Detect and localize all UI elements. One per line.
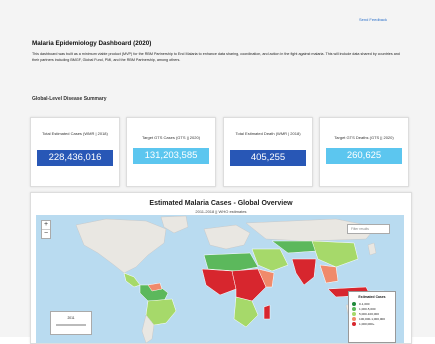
map-search-input[interactable]: Filter results <box>347 224 390 234</box>
middle-east-land <box>251 248 289 272</box>
central-america-land <box>123 272 141 288</box>
map-subtitle: 2011-2018 || WHO estimates <box>195 209 247 214</box>
card-estimated-cases: Total Estimated Cases (WMR | 2018) 228,4… <box>30 117 120 187</box>
legend-title: Estimated Cases <box>358 295 386 299</box>
legend-label: 5,000-100,000 <box>359 311 379 316</box>
zoom-control: + − <box>41 220 51 239</box>
japan-land <box>367 242 377 256</box>
card-value: 405,255 <box>230 150 306 166</box>
card-value: 228,436,016 <box>37 150 113 166</box>
send-feedback-link[interactable]: Send Feedback <box>359 17 387 22</box>
card-label: Target GTS Deaths (GTS || 2020) <box>334 135 394 140</box>
page-description: This dashboard was built as a minimum vi… <box>32 52 400 62</box>
zoom-in-button[interactable]: + <box>42 221 50 230</box>
time-slider-track[interactable] <box>56 324 86 326</box>
legend-swatch <box>352 301 356 306</box>
madagascar-land <box>263 304 271 320</box>
southeast-asia-land <box>319 264 339 284</box>
africa-south <box>233 296 259 328</box>
zoom-out-button[interactable]: − <box>42 230 50 238</box>
legend-label: 100,000-1,000,000 <box>359 316 385 321</box>
legend-label: 1,000-5,000 <box>359 306 376 311</box>
north-america-land <box>75 218 167 274</box>
time-slider-year: 2011 <box>67 316 75 320</box>
card-estimated-deaths: Total Estimated Death (WMR | 2018) 405,2… <box>223 117 313 187</box>
card-value: 131,203,585 <box>133 148 209 164</box>
world-map[interactable]: + − Filter results Estimated Cases 0-1,0… <box>36 215 404 343</box>
legend-label: 0-1,000 <box>359 301 370 306</box>
africa-north <box>203 252 259 272</box>
summary-cards: Total Estimated Cases (WMR | 2018) 228,4… <box>30 117 410 187</box>
legend-swatch <box>352 316 356 321</box>
europe-land <box>203 224 251 250</box>
card-label: Total Estimated Death (WMR | 2018) <box>235 131 301 136</box>
legend-item: 1,000,000+ <box>349 321 395 326</box>
china-land <box>311 240 359 268</box>
card-target-deaths: Target GTS Deaths (GTS || 2020) 260,625 <box>319 117 409 187</box>
legend-swatch <box>352 321 356 326</box>
card-label: Target GTS Cases (GTS || 2020) <box>141 135 201 140</box>
legend-swatch <box>352 311 356 316</box>
map-card: Estimated Malaria Cases - Global Overvie… <box>30 192 412 344</box>
india-land <box>291 258 317 286</box>
africa-west <box>201 268 237 296</box>
card-value: 260,625 <box>326 148 402 164</box>
card-target-cases: Target GTS Cases (GTS || 2020) 131,203,5… <box>126 117 216 187</box>
map-legend: Estimated Cases 0-1,000 1,000-5,000 5,00… <box>348 291 396 343</box>
time-slider[interactable]: 2011 <box>50 311 92 335</box>
page-title: Malaria Epidemiology Dashboard (2020) <box>32 40 152 47</box>
page: Send Feedback Malaria Epidemiology Dashb… <box>0 0 435 344</box>
legend-label: 1,000,000+ <box>359 321 375 326</box>
card-label: Total Estimated Cases (WMR | 2018) <box>42 131 108 136</box>
map-title: Estimated Malaria Cases - Global Overvie… <box>149 200 293 207</box>
legend-swatch <box>352 306 356 311</box>
section-title: Global-Level Disease Summary <box>32 96 107 102</box>
